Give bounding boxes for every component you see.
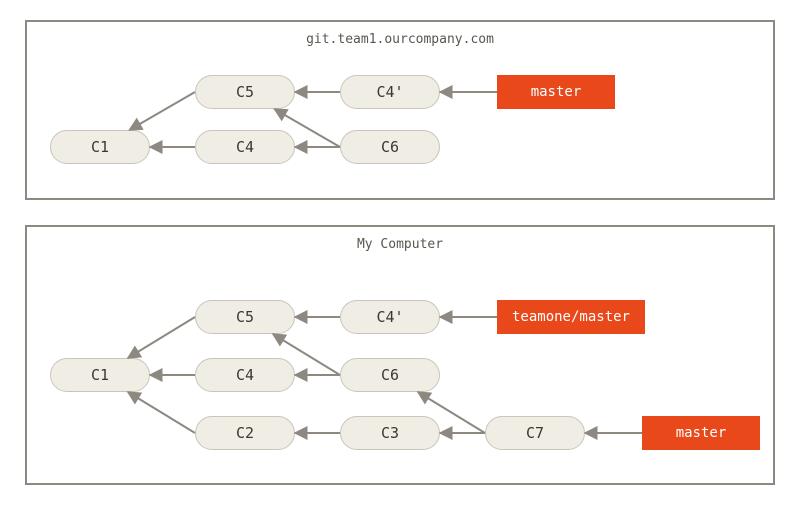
commit-node: C5 [195,75,295,109]
commit-node: C1 [50,130,150,164]
commit-label: C1 [91,138,109,156]
commit-node: C6 [340,358,440,392]
commit-node: C4 [195,130,295,164]
commit-label: C5 [236,308,254,326]
commit-label: C6 [381,138,399,156]
commit-label: C1 [91,366,109,384]
ref-label: master [642,416,760,450]
commit-node: C7 [485,416,585,450]
commit-node: C4' [340,75,440,109]
commit-node: C1 [50,358,150,392]
commit-label: C4 [236,138,254,156]
panel-title-remote: git.team1.ourcompany.com [27,32,773,47]
panel-title-local: My Computer [27,237,773,252]
commit-label: C6 [381,366,399,384]
commit-label: C2 [236,424,254,442]
panel-remote: git.team1.ourcompany.com [25,20,775,200]
commit-label: C4' [376,83,403,101]
commit-node: C6 [340,130,440,164]
commit-node: C5 [195,300,295,334]
commit-label: C7 [526,424,544,442]
commit-label: C4 [236,366,254,384]
commit-node: C2 [195,416,295,450]
commit-node: C4' [340,300,440,334]
commit-label: C3 [381,424,399,442]
ref-label: master [497,75,615,109]
ref-text: master [676,425,727,441]
ref-text: master [531,84,582,100]
commit-node: C3 [340,416,440,450]
commit-node: C4 [195,358,295,392]
ref-text: teamone/master [512,309,630,325]
commit-label: C5 [236,83,254,101]
ref-label: teamone/master [497,300,645,334]
commit-label: C4' [376,308,403,326]
